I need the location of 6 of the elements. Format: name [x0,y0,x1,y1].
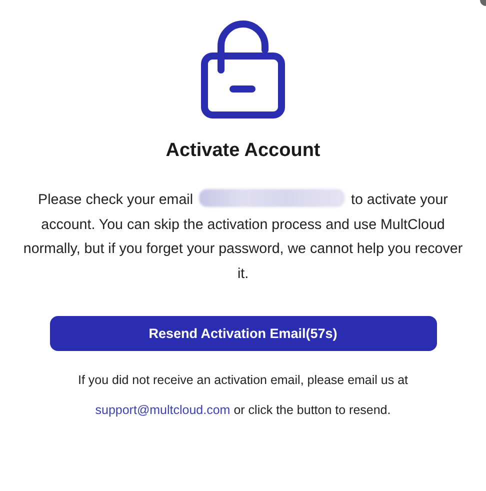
help-text: If you did not receive an activation email, please email us at support@multcloud.com or click the button to resend. [76,372,410,419]
resend-email-button[interactable]: Resend Activation Email(57s) [50,316,436,351]
message-text: Please check your email to activate your account. You can skip the activation process and use MultCloud normally, but if you forget your password, we cannot help you recover it. [23,188,463,286]
unlocked-padlock-icon [201,18,285,120]
dialog-title: Activate Account [166,140,320,162]
support-email-link[interactable]: support@multcloud.com [95,403,230,417]
